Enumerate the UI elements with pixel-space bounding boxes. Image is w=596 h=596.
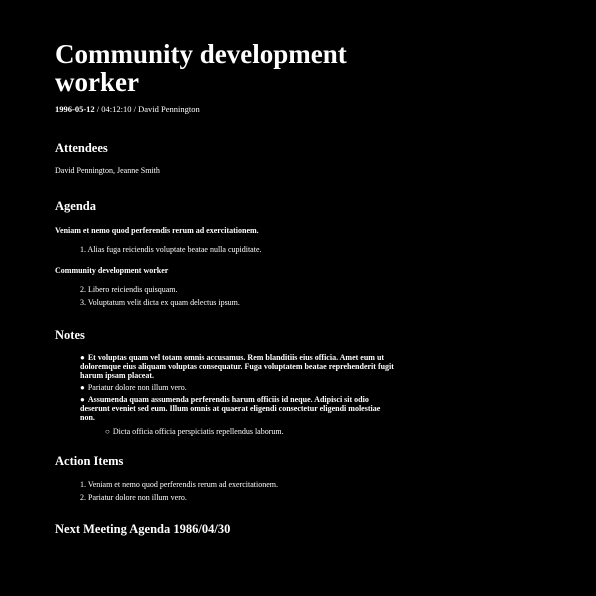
agenda-heading: Agenda: [55, 199, 96, 213]
meta-time-author: / 04:12:10 / David Pennington: [94, 104, 200, 114]
action-item: 1. Veniam et nemo quod perferendis rerum…: [80, 480, 279, 489]
action-item: 2. Pariatur dolore non illum vero.: [80, 493, 187, 502]
note-sub-item: ○ Dicta officia officia perspiciatis repe…: [105, 427, 395, 436]
document-meta: 1996-05-12 / 04:12:10 / David Pennington: [55, 104, 395, 114]
agenda-item-list: 2. Libero reiciendis quisquam. 3. Volupt…: [55, 285, 395, 308]
agenda-section-title: Veniam et nemo quod perferendis rerum ad…: [55, 226, 259, 235]
note-item: ● Et voluptas quam vel totam omnis accusa…: [80, 353, 395, 380]
agenda-item-list: 1. Alias fuga reiciendis voluptate beata…: [55, 245, 395, 255]
notes-list: ● Et voluptas quam vel totam omnis accusa…: [55, 353, 395, 436]
agenda-item: 2. Libero reiciendis quisquam.: [80, 285, 178, 294]
note-text: Et voluptas quam vel totam omnis accusam…: [80, 353, 394, 380]
next-meeting-heading: Next Meeting Agenda 1986/04/30: [55, 522, 231, 536]
document-title: Community development worker: [55, 39, 347, 97]
document-page: Community development worker 1996-05-12 …: [55, 40, 395, 537]
attendees-list: David Pennington, Jeanne Smith: [55, 166, 160, 175]
note-text: Pariatur dolore non illum vero.: [87, 383, 187, 392]
agenda-item: 1. Alias fuga reiciendis voluptate beata…: [80, 245, 262, 254]
note-item: ● Pariatur dolore non illum vero.: [80, 383, 395, 392]
note-item: ● Assumenda quam assumenda perferendis ha…: [80, 395, 395, 436]
action-items-heading: Action Items: [55, 454, 124, 468]
note-text: Assumenda quam assumenda perferendis har…: [80, 395, 381, 422]
action-items-list: 1. Veniam et nemo quod perferendis rerum…: [55, 480, 395, 503]
attendees-heading: Attendees: [55, 141, 108, 155]
hollow-bullet-icon: ○: [105, 427, 110, 436]
bullet-icon: ●: [80, 383, 85, 392]
bullet-icon: ●: [80, 395, 85, 404]
notes-heading: Notes: [55, 328, 85, 342]
bullet-icon: ●: [80, 353, 85, 362]
note-sub-text: Dicta officia officia perspiciatis repel…: [112, 427, 284, 436]
note-sub-list: ○ Dicta officia officia perspiciatis repe…: [80, 427, 395, 436]
meta-date: 1996-05-12: [55, 104, 95, 114]
agenda-section-title: Community development worker: [55, 266, 169, 275]
agenda-item: 3. Voluptatum velit dicta ex quam delect…: [80, 298, 240, 307]
